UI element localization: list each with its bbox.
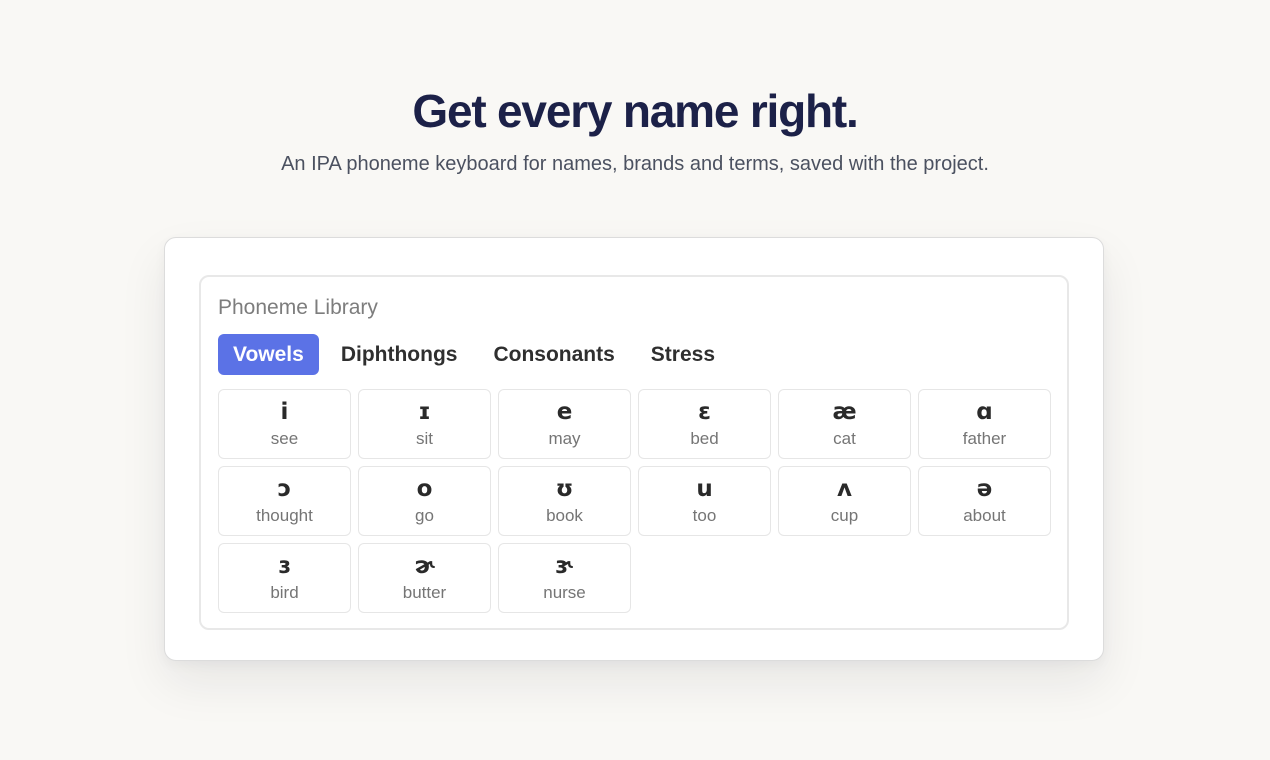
phoneme-key[interactable]: ɜ bird (218, 543, 351, 613)
phoneme-key[interactable]: ɪ sit (358, 389, 491, 459)
phoneme-symbol: ɔ (277, 475, 292, 502)
phoneme-example-word: cat (833, 428, 856, 448)
phoneme-key[interactable]: ə about (918, 466, 1051, 536)
phoneme-example-word: bed (690, 428, 719, 448)
phoneme-library-title: Phoneme Library (218, 296, 378, 319)
phoneme-key[interactable]: i see (218, 389, 351, 459)
tab-vowels[interactable]: Vowels (218, 334, 319, 375)
phoneme-key[interactable]: ɚ butter (358, 543, 491, 613)
phoneme-example-word: sit (416, 428, 433, 448)
phoneme-library-panel: Phoneme Library Vowels Diphthongs Conson… (199, 275, 1069, 630)
tab-stress[interactable]: Stress (633, 334, 733, 375)
phoneme-symbol: ɪ (418, 398, 431, 425)
phoneme-grid: i see ɪ sit e may ɛ bed æ cat ɑ father ɔ… (218, 389, 1051, 613)
phoneme-symbol: ɛ (698, 398, 711, 425)
phoneme-symbol: ɚ (414, 552, 435, 579)
phoneme-symbol: ʌ (837, 475, 852, 502)
phoneme-key[interactable]: o go (358, 466, 491, 536)
phoneme-example-word: too (692, 505, 717, 525)
phoneme-symbol: u (696, 475, 713, 502)
phoneme-category-tabs: Vowels Diphthongs Consonants Stress (218, 334, 733, 375)
phoneme-symbol: e (556, 398, 573, 425)
phoneme-key[interactable]: u too (638, 466, 771, 536)
phoneme-example-word: thought (256, 505, 313, 525)
phoneme-example-word: nurse (543, 582, 586, 602)
phoneme-symbol: ɑ (976, 398, 993, 425)
phoneme-symbol: o (416, 475, 433, 502)
phoneme-example-word: book (546, 505, 583, 525)
phoneme-symbol: ə (976, 475, 993, 502)
phoneme-example-word: about (963, 505, 1006, 525)
phoneme-example-word: cup (830, 505, 859, 525)
tab-consonants[interactable]: Consonants (475, 334, 632, 375)
phoneme-symbol: ɝ (555, 552, 574, 579)
phoneme-example-word: may (548, 428, 581, 448)
phoneme-example-word: see (270, 428, 299, 448)
phoneme-symbol: ʊ (555, 475, 574, 502)
phoneme-key[interactable]: ʌ cup (778, 466, 911, 536)
tab-diphthongs[interactable]: Diphthongs (323, 334, 476, 375)
phoneme-key[interactable]: æ cat (778, 389, 911, 459)
phoneme-symbol: ɜ (278, 552, 291, 579)
phoneme-example-word: go (415, 505, 434, 525)
phoneme-symbol: i (280, 398, 289, 425)
hero-title: Get every name right. (412, 85, 858, 137)
phoneme-key[interactable]: ɛ bed (638, 389, 771, 459)
phoneme-symbol: æ (832, 398, 857, 425)
phoneme-example-word: butter (402, 582, 447, 602)
phoneme-keyboard-card: Phoneme Library Vowels Diphthongs Conson… (164, 237, 1104, 661)
phoneme-key[interactable]: ʊ book (498, 466, 631, 536)
phoneme-key[interactable]: ɝ nurse (498, 543, 631, 613)
phoneme-example-word: bird (270, 582, 299, 602)
phoneme-key[interactable]: e may (498, 389, 631, 459)
phoneme-key[interactable]: ɑ father (918, 389, 1051, 459)
phoneme-key[interactable]: ɔ thought (218, 466, 351, 536)
phoneme-example-word: father (962, 428, 1007, 448)
hero-subtitle: An IPA phoneme keyboard for names, brand… (281, 153, 989, 175)
